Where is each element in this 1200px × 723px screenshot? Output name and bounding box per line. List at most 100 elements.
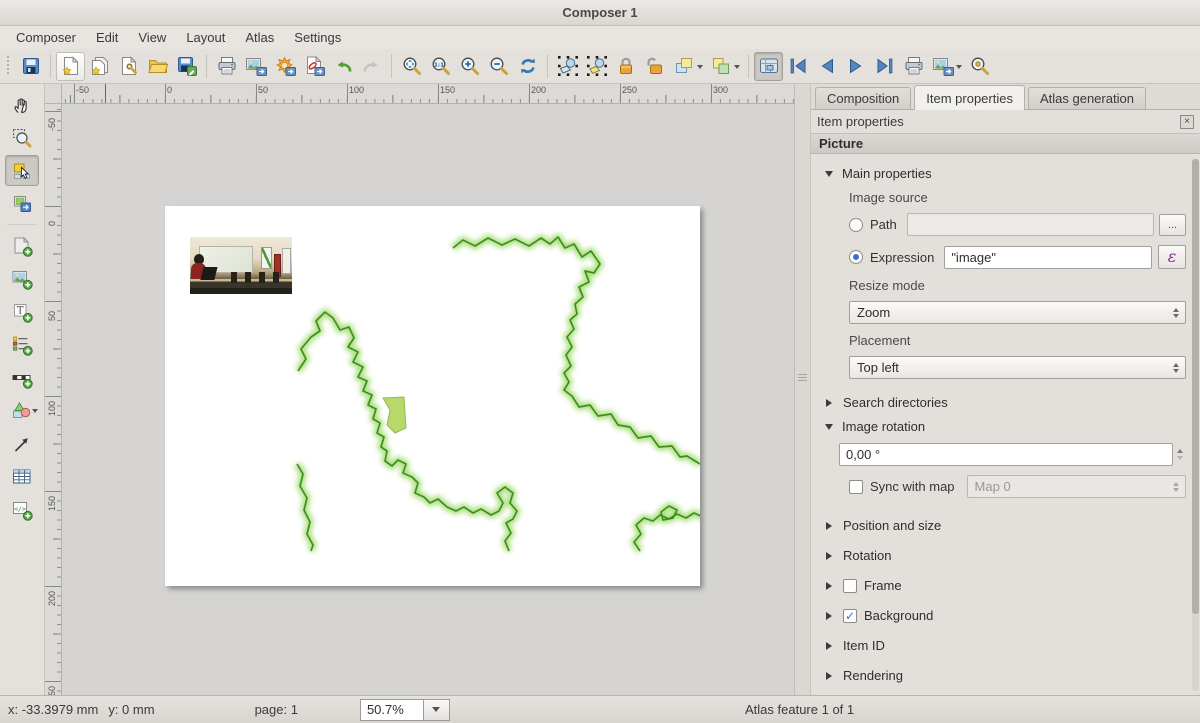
- add-scalebar-button[interactable]: [5, 362, 39, 393]
- caret-down-icon: [432, 707, 440, 712]
- save-project-button[interactable]: [16, 52, 45, 81]
- menubar: ComposerEditViewLayoutAtlasSettings: [0, 26, 1200, 49]
- path-radio[interactable]: [849, 218, 863, 232]
- pan-button[interactable]: [5, 89, 39, 120]
- add-arrow-button[interactable]: [5, 428, 39, 459]
- zoom-level-input[interactable]: [360, 699, 424, 721]
- zoom-out-button[interactable]: [484, 52, 513, 81]
- splitter-grip[interactable]: [798, 374, 807, 383]
- composition-page[interactable]: [165, 206, 700, 586]
- refresh-view-button[interactable]: [513, 52, 542, 81]
- export-as-image-button[interactable]: [241, 52, 270, 81]
- panel-scrollbar-thumb[interactable]: [1192, 159, 1199, 614]
- atlas-previous-feature-button[interactable]: [812, 52, 841, 81]
- caret-down-icon: [697, 65, 703, 69]
- group-items-button[interactable]: [706, 52, 735, 81]
- zoom-dropdown-button[interactable]: [424, 699, 450, 721]
- zoom-tool-button[interactable]: [5, 122, 39, 153]
- section-rotation[interactable]: Rotation: [825, 548, 1186, 563]
- section-rendering[interactable]: Rendering: [825, 668, 1186, 683]
- section-position-and-size[interactable]: Position and size: [825, 518, 1186, 533]
- add-label-button[interactable]: T: [5, 296, 39, 327]
- add-attribute-table-button[interactable]: [5, 461, 39, 492]
- atlas-last-feature-button[interactable]: [870, 52, 899, 81]
- atlas-settings-button[interactable]: [965, 52, 994, 81]
- window-title: Composer 1: [562, 5, 637, 20]
- ruler-label: 200: [531, 85, 546, 95]
- select-move-item-tool-button[interactable]: [5, 155, 39, 186]
- add-new-map-button[interactable]: [5, 230, 39, 261]
- section-background[interactable]: ✓Background: [825, 608, 1186, 623]
- sync-with-map-checkbox[interactable]: [849, 480, 863, 494]
- section-item-id[interactable]: Item ID: [825, 638, 1186, 653]
- panel-scrollbar[interactable]: [1192, 159, 1199, 691]
- canvas-viewport[interactable]: [62, 104, 794, 695]
- svg-text:</>: </>: [14, 504, 26, 512]
- search-directories-group[interactable]: Search directories: [825, 395, 1186, 410]
- add-legend-button[interactable]: [5, 329, 39, 360]
- map-combo[interactable]: Map 0: [967, 475, 1186, 498]
- export-as-pdf-button[interactable]: [299, 52, 328, 81]
- atlas-preview-button[interactable]: [754, 52, 783, 81]
- frame-checkbox[interactable]: [843, 579, 857, 593]
- zoom-full-button[interactable]: [397, 52, 426, 81]
- image-rotation-group[interactable]: Image rotation: [825, 419, 1186, 434]
- move-content-tool-button[interactable]: [5, 188, 39, 219]
- tab-atlas-generation[interactable]: Atlas generation: [1028, 87, 1146, 109]
- composer-manager-button[interactable]: [114, 52, 143, 81]
- print-button[interactable]: [212, 52, 241, 81]
- add-html-button[interactable]: </>: [5, 494, 39, 525]
- tab-item-properties[interactable]: Item properties: [914, 85, 1025, 110]
- atlas-next-feature-button[interactable]: [841, 52, 870, 81]
- add-shape-button[interactable]: [5, 395, 39, 426]
- path-input[interactable]: [907, 213, 1154, 236]
- move-item-content-button[interactable]: [582, 52, 611, 81]
- background-checkbox[interactable]: ✓: [843, 609, 857, 623]
- canvas-scrollbar[interactable]: [794, 84, 810, 695]
- menu-settings[interactable]: Settings: [284, 27, 351, 48]
- placement-combo[interactable]: Top left: [849, 356, 1186, 379]
- toolbar-handle[interactable]: [5, 56, 11, 76]
- zoom-actual-button[interactable]: 1:1: [426, 52, 455, 81]
- add-legend-icon: [11, 334, 33, 356]
- expression-radio[interactable]: [849, 250, 863, 264]
- arrow-next-icon: [845, 55, 867, 77]
- export-as-svg-button[interactable]: [270, 52, 299, 81]
- resize-mode-combo[interactable]: Zoom: [849, 301, 1186, 324]
- menu-atlas[interactable]: Atlas: [235, 27, 284, 48]
- menu-composer[interactable]: Composer: [6, 27, 86, 48]
- menu-edit[interactable]: Edit: [86, 27, 128, 48]
- close-panel-icon[interactable]: ×: [1180, 115, 1194, 129]
- add-image-icon: [11, 268, 33, 290]
- zoom-level-combo[interactable]: [360, 699, 450, 721]
- load-template-button[interactable]: [143, 52, 172, 81]
- menu-layout[interactable]: Layout: [176, 27, 235, 48]
- composer-canvas[interactable]: -50050100150200250300350 -50050100150200…: [45, 84, 810, 695]
- browse-button[interactable]: ...: [1159, 214, 1186, 236]
- redo-button[interactable]: [357, 52, 386, 81]
- duplicate-composition-button[interactable]: [85, 52, 114, 81]
- print-atlas-button[interactable]: [899, 52, 928, 81]
- picture-item[interactable]: [190, 237, 292, 294]
- expression-input[interactable]: [944, 246, 1152, 269]
- lock-items-button[interactable]: [611, 52, 640, 81]
- undo-button[interactable]: [328, 52, 357, 81]
- spin-arrows-icon[interactable]: [1173, 449, 1186, 460]
- expression-builder-button[interactable]: ε: [1158, 245, 1186, 269]
- atlas-first-feature-button[interactable]: [783, 52, 812, 81]
- tab-composition[interactable]: Composition: [815, 87, 911, 109]
- zoom-in-button[interactable]: [455, 52, 484, 81]
- unlock-items-button[interactable]: [640, 52, 669, 81]
- expand-arrow-icon: [826, 672, 832, 680]
- select-move-item-button[interactable]: [553, 52, 582, 81]
- new-composition-button[interactable]: [56, 52, 85, 81]
- section-frame[interactable]: Frame: [825, 578, 1186, 593]
- menu-view[interactable]: View: [128, 27, 176, 48]
- zoom-region-icon: [11, 127, 33, 149]
- raise-items-button[interactable]: [669, 52, 698, 81]
- save-as-template-button[interactable]: [172, 52, 201, 81]
- add-image-button[interactable]: [5, 263, 39, 294]
- rotation-spinbox[interactable]: [839, 443, 1173, 466]
- export-atlas-button[interactable]: [928, 52, 957, 81]
- main-properties-group[interactable]: Main properties: [825, 166, 1186, 181]
